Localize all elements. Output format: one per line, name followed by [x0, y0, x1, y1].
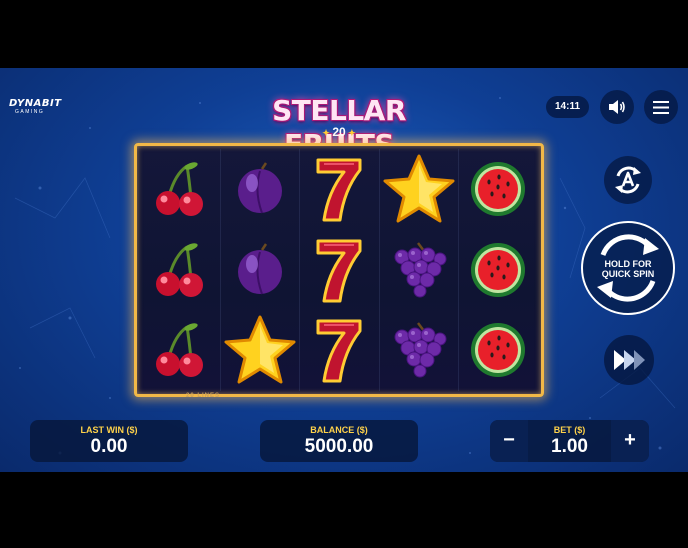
watermelon-symbol — [458, 230, 538, 310]
cherry-symbol — [140, 230, 220, 310]
bet-label: BET ($) — [553, 425, 586, 435]
cherry-icon — [156, 242, 203, 297]
game-screen: DYNABIT GAMING STELLAR FRUITS ✦ 20 ✦ 14:… — [0, 68, 688, 472]
plum-symbol — [220, 230, 300, 310]
last-win-value: 0.00 — [90, 436, 128, 457]
plum-icon — [237, 242, 282, 294]
watermelon-icon — [471, 162, 526, 216]
lines-label: 20 LINES — [185, 393, 220, 399]
autoplay-icon — [615, 166, 641, 194]
autoplay-button[interactable] — [604, 156, 652, 204]
last-win-panel: LAST WIN ($) 0.00 — [30, 420, 188, 462]
seven-icon — [316, 239, 362, 303]
seven-symbol — [299, 149, 379, 229]
provider-name: DYNABIT — [9, 98, 62, 109]
reel-grid — [140, 149, 538, 391]
star-symbol — [379, 149, 459, 229]
speaker-icon — [609, 100, 625, 114]
bet-decrease-button[interactable]: − — [490, 420, 528, 462]
seven-icon — [316, 319, 362, 383]
provider-logo: DYNABIT GAMING — [9, 98, 62, 115]
bet-value: 1.00 — [551, 436, 588, 457]
seven-symbol — [299, 230, 379, 310]
hamburger-menu-icon — [653, 100, 669, 114]
grapes-icon — [394, 322, 447, 378]
balance-value: 5000.00 — [304, 436, 374, 457]
star-icon — [224, 315, 296, 384]
spin-button[interactable]: HOLD FOR QUICK SPIN — [581, 221, 675, 315]
seven-icon — [316, 158, 362, 222]
last-win-label: LAST WIN ($) — [80, 425, 138, 435]
cherry-icon — [156, 323, 203, 378]
spin-label-line2: QUICK SPIN — [601, 269, 655, 279]
star-symbol — [220, 310, 300, 390]
balance-panel: BALANCE ($) 5000.00 — [260, 420, 418, 462]
grapes-icon — [394, 241, 447, 298]
plum-symbol — [220, 149, 300, 229]
watermelon-symbol — [458, 310, 538, 390]
plum-icon — [237, 162, 282, 214]
sound-button[interactable] — [600, 90, 634, 124]
bet-panel: − BET ($) 1.00 + — [490, 420, 649, 462]
cherry-symbol — [140, 149, 220, 229]
clock: 14:11 — [546, 96, 589, 118]
seven-symbol — [299, 310, 379, 390]
grapes-symbol — [379, 230, 459, 310]
turbo-button[interactable] — [604, 335, 654, 385]
spin-label: HOLD FOR QUICK SPIN — [583, 259, 673, 279]
balance-label: BALANCE ($) — [310, 425, 368, 435]
game-subtitle: ✦ 20 ✦ — [322, 125, 356, 139]
provider-sub: GAMING — [15, 109, 45, 115]
cherry-icon — [156, 162, 203, 216]
turbo-fast-forward-icon — [614, 350, 645, 370]
watermelon-icon — [471, 242, 526, 297]
game-logo: STELLAR FRUITS ✦ 20 ✦ — [233, 94, 445, 161]
grapes-symbol — [379, 310, 459, 390]
bet-display: BET ($) 1.00 — [528, 420, 611, 458]
bet-increase-button[interactable]: + — [611, 420, 649, 462]
menu-button[interactable] — [644, 90, 678, 124]
cherry-symbol — [140, 310, 220, 390]
star-icon — [383, 154, 455, 223]
watermelon-symbol — [458, 149, 538, 229]
game-lines-count: 20 — [332, 125, 346, 139]
reel-frame — [134, 143, 544, 397]
spin-label-line1: HOLD FOR — [604, 259, 652, 269]
watermelon-icon — [471, 323, 526, 378]
